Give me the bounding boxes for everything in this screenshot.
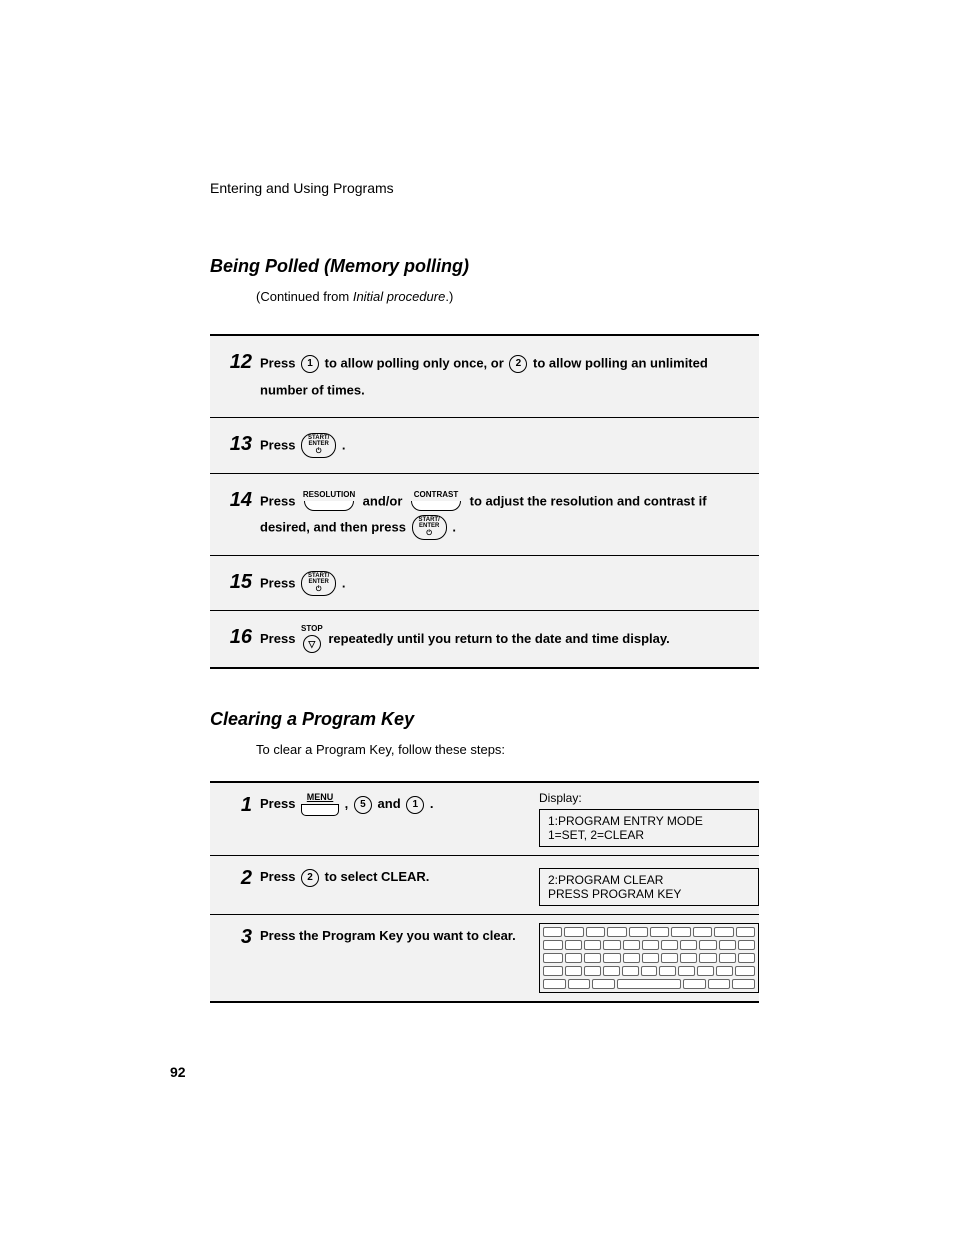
display-line2: 1=SET, 2=CLEAR <box>548 828 750 842</box>
step-body: Press MENU , 5 and 1 . <box>260 791 539 847</box>
stop-label: STOP <box>301 625 323 633</box>
page-number: 92 <box>170 1064 186 1080</box>
step-13: 13 Press START/ ENTER ⏻ . <box>210 418 759 474</box>
text: Press <box>260 869 299 884</box>
step-3: 3 Press the Program Key you want to clea… <box>210 915 759 1003</box>
text: Press <box>260 631 299 646</box>
step-number: 1 <box>210 791 260 847</box>
text: . <box>452 520 456 535</box>
key-2-icon: 2 <box>509 355 527 373</box>
key-2-icon: 2 <box>301 869 319 887</box>
menu-key-icon: MENU <box>301 793 339 816</box>
text: . <box>430 796 434 811</box>
power-glyph-icon: ⏻ <box>316 586 322 593</box>
section-title-polling: Being Polled (Memory polling) <box>210 256 759 277</box>
step-body: Press STOP ▽ repeatedly until you return… <box>260 625 759 653</box>
page: Entering and Using Programs Being Polled… <box>0 0 954 1235</box>
text: Press <box>260 796 299 811</box>
menu-bar <box>301 804 339 816</box>
key-label: CONTRAST <box>414 491 458 499</box>
text: to allow polling only once, or <box>325 356 508 371</box>
key-bar <box>411 501 461 511</box>
start-enter-key-icon: START/ ENTER ⏻ <box>301 433 336 458</box>
text: . <box>342 575 346 590</box>
step-body: Press RESOLUTION and/or CONTRAST to adju… <box>260 488 759 541</box>
steps-block-1: 12 Press 1 to allow polling only once, o… <box>210 334 759 669</box>
continued-note: (Continued from Initial procedure.) <box>256 289 759 304</box>
text: Press <box>260 356 299 371</box>
continued-pre: (Continued from <box>256 289 353 304</box>
step-number: 13 <box>210 432 260 454</box>
key-1-icon: 1 <box>406 796 424 814</box>
display-column: 2:PROGRAM CLEAR PRESS PROGRAM KEY <box>539 864 759 906</box>
text: Press <box>260 493 299 508</box>
display-label: Display: <box>539 791 759 805</box>
text: and <box>378 796 405 811</box>
text: repeatedly until you return to the date … <box>328 631 669 646</box>
steps-block-2: 1 Press MENU , 5 and 1 . Display: <box>210 781 759 1003</box>
step-12: 12 Press 1 to allow polling only once, o… <box>210 336 759 418</box>
keyboard-illustration-icon <box>539 923 759 993</box>
text: Press <box>260 438 299 453</box>
step-number: 2 <box>210 864 260 906</box>
text: and/or <box>363 493 406 508</box>
text: Press <box>260 575 299 590</box>
step-body: Press 1 to allow polling only once, or 2… <box>260 350 759 403</box>
step-body: Press the Program Key you want to clear. <box>260 923 539 993</box>
continued-ital: Initial procedure <box>353 289 446 304</box>
key-5-icon: 5 <box>354 796 372 814</box>
step-number: 14 <box>210 488 260 510</box>
section-title-clearing: Clearing a Program Key <box>210 709 759 730</box>
power-glyph-icon: ⏻ <box>426 530 432 537</box>
oval-line2: ENTER <box>419 523 439 529</box>
running-header: Entering and Using Programs <box>210 180 759 196</box>
section-intro: To clear a Program Key, follow these ste… <box>256 742 759 757</box>
step-body: Press 2 to select CLEAR. <box>260 864 539 906</box>
step-15: 15 Press START/ ENTER ⏻ . <box>210 556 759 612</box>
step-2: 2 Press 2 to select CLEAR. 2:PROGRAM CLE… <box>210 856 759 915</box>
display-line1: 2:PROGRAM CLEAR <box>548 873 750 887</box>
display-column <box>539 923 759 993</box>
step-14: 14 Press RESOLUTION and/or CONTRAST to a… <box>210 474 759 556</box>
display-box: 1:PROGRAM ENTRY MODE 1=SET, 2=CLEAR <box>539 809 759 847</box>
start-enter-key-icon: START/ ENTER ⏻ <box>412 515 447 540</box>
text: Press the Program Key you want to clear. <box>260 928 516 943</box>
continued-post: .) <box>445 289 453 304</box>
key-1-icon: 1 <box>301 355 319 373</box>
key-bar <box>304 501 354 511</box>
start-enter-key-icon: START/ ENTER ⏻ <box>301 571 336 596</box>
oval-line2: ENTER <box>308 579 328 585</box>
section-clearing: Clearing a Program Key To clear a Progra… <box>210 709 759 1003</box>
stop-key-icon: STOP ▽ <box>301 625 323 653</box>
text: . <box>342 438 346 453</box>
menu-label: MENU <box>307 793 334 802</box>
step-body: Press START/ ENTER ⏻ . <box>260 570 759 597</box>
oval-line2: ENTER <box>308 441 328 447</box>
display-box: 2:PROGRAM CLEAR PRESS PROGRAM KEY <box>539 868 759 906</box>
step-16: 16 Press STOP ▽ repeatedly until you ret… <box>210 611 759 669</box>
step-number: 3 <box>210 923 260 993</box>
display-column: Display: 1:PROGRAM ENTRY MODE 1=SET, 2=C… <box>539 791 759 847</box>
power-glyph-icon: ⏻ <box>316 448 322 455</box>
step-number: 16 <box>210 625 260 647</box>
step-number: 15 <box>210 570 260 592</box>
step-number: 12 <box>210 350 260 372</box>
contrast-key-icon: CONTRAST <box>408 491 464 511</box>
text: to select CLEAR. <box>325 869 430 884</box>
text: , <box>345 796 352 811</box>
step-body: Press START/ ENTER ⏻ . <box>260 432 759 459</box>
key-label: RESOLUTION <box>303 491 355 499</box>
step-1: 1 Press MENU , 5 and 1 . Display: <box>210 783 759 856</box>
display-line1: 1:PROGRAM ENTRY MODE <box>548 814 750 828</box>
resolution-key-icon: RESOLUTION <box>301 491 357 511</box>
stop-circle-icon: ▽ <box>303 635 321 653</box>
display-line2: PRESS PROGRAM KEY <box>548 887 750 901</box>
